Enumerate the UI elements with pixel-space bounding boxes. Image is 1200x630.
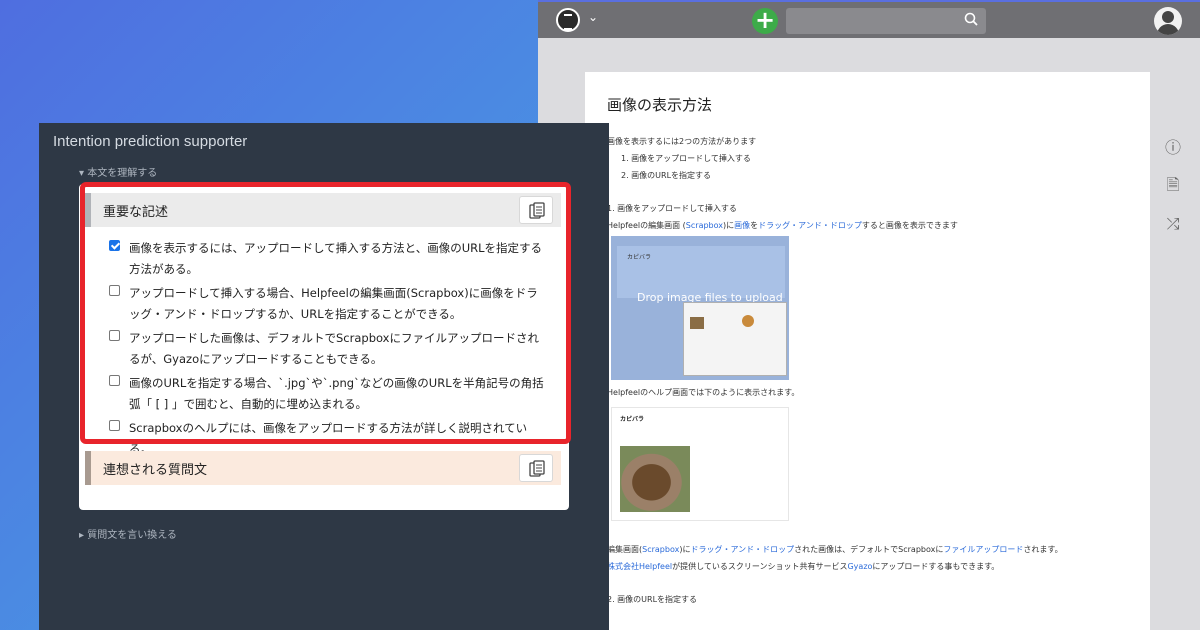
user-avatar-icon[interactable] xyxy=(1154,7,1182,35)
help-screenshot-image[interactable]: カピバラ xyxy=(611,407,789,521)
add-page-button[interactable]: + xyxy=(752,8,778,34)
text-span: されます。 xyxy=(1023,545,1063,554)
text-span: すると画像を表示できます xyxy=(861,221,958,230)
page-line: Helpfeelの編集画面 (Scrapbox)に画像をドラッグ・アンド・ドロッ… xyxy=(607,217,1150,234)
finder-window xyxy=(683,302,787,376)
file-thumbnail xyxy=(742,315,754,327)
page-heading: 2. 画像のURLを指定する xyxy=(607,595,698,604)
scrapbox-window: ⌄ + 画像の表示方法 画像を表示するには2つの方法があります 1. 画像をアッ… xyxy=(538,0,1200,630)
scrapbox-page: 画像の表示方法 画像を表示するには2つの方法があります 1. 画像をアップロード… xyxy=(585,72,1150,630)
link-drag-and-drop[interactable]: ドラッグ・アンド・ドロップ xyxy=(758,221,862,230)
drop-screenshot-image[interactable]: カピバラ Drop image files to upload xyxy=(611,236,789,380)
help-card-title: カピバラ xyxy=(620,416,645,423)
text-span: にアップロードする事もできます。 xyxy=(872,562,1000,571)
toggle-rephrase-question[interactable]: ▸ 質問文を言い換える xyxy=(79,526,177,541)
shuffle-icon[interactable]: ⤮ xyxy=(1164,214,1182,233)
link-image[interactable]: 画像 xyxy=(734,221,750,230)
copy-icon xyxy=(529,460,545,477)
copy-button[interactable] xyxy=(519,454,553,482)
file-thumbnail xyxy=(690,317,704,329)
page-title: 画像の表示方法 xyxy=(607,96,713,114)
page-line: 2. 画像のURLを指定する xyxy=(621,171,712,180)
link-scrapbox[interactable]: Scrapbox xyxy=(642,545,679,554)
info-icon[interactable]: ⓘ xyxy=(1164,134,1182,157)
scrapbox-logo-icon[interactable] xyxy=(556,8,580,32)
capybara-photo xyxy=(620,446,690,512)
text-span: を xyxy=(750,221,759,230)
link-file-upload[interactable]: ファイルアップロード xyxy=(943,545,1023,554)
search-icon[interactable] xyxy=(964,12,978,26)
link-gyazo[interactable]: Gyazo xyxy=(847,562,872,571)
highlight-frame xyxy=(80,182,571,444)
page-line: 1. 画像をアップロードして挿入する xyxy=(621,154,751,163)
text-span: が提供しているスクリーンショット共有サービス xyxy=(672,562,848,571)
page-line: 株式会社Helpfeelが提供しているスクリーンショット共有サービスGyazoに… xyxy=(607,558,1150,575)
document-icon[interactable]: 🗎 xyxy=(1164,174,1182,194)
related-section-header: 連想される質問文 xyxy=(85,451,561,485)
section-label: 連想される質問文 xyxy=(103,463,208,478)
page-line: Helpfeelのヘルプ画面では下のように表示されます。 xyxy=(607,388,800,397)
text-span: Helpfeelの編集画面 ( xyxy=(607,221,686,230)
toggle-understand-body[interactable]: ▾ 本文を理解する xyxy=(79,164,157,179)
inner-card-title: カピバラ xyxy=(627,254,652,261)
text-span: )に xyxy=(723,221,735,230)
text-span: された画像は、デフォルトでScrapboxに xyxy=(794,545,944,554)
link-drag-and-drop[interactable]: ドラッグ・アンド・ドロップ xyxy=(690,545,794,554)
page-line: 編集画面(Scrapbox)にドラッグ・アンド・ドロップされた画像は、デフォルト… xyxy=(607,541,1150,558)
page-heading: 1. 画像をアップロードして挿入する xyxy=(607,204,737,213)
text-span: )に xyxy=(679,545,691,554)
link-helpfeel[interactable]: 株式会社Helpfeel xyxy=(607,562,672,571)
link-scrapbox[interactable]: Scrapbox xyxy=(686,221,723,230)
scrapbox-header: ⌄ + xyxy=(538,0,1200,38)
panel-title: Intention prediction supporter xyxy=(53,133,248,150)
chevron-down-icon[interactable]: ⌄ xyxy=(588,10,598,24)
page-line: 画像を表示するには2つの方法があります xyxy=(607,137,757,146)
text-span: 編集画面( xyxy=(607,545,643,554)
search-input[interactable] xyxy=(786,8,986,34)
